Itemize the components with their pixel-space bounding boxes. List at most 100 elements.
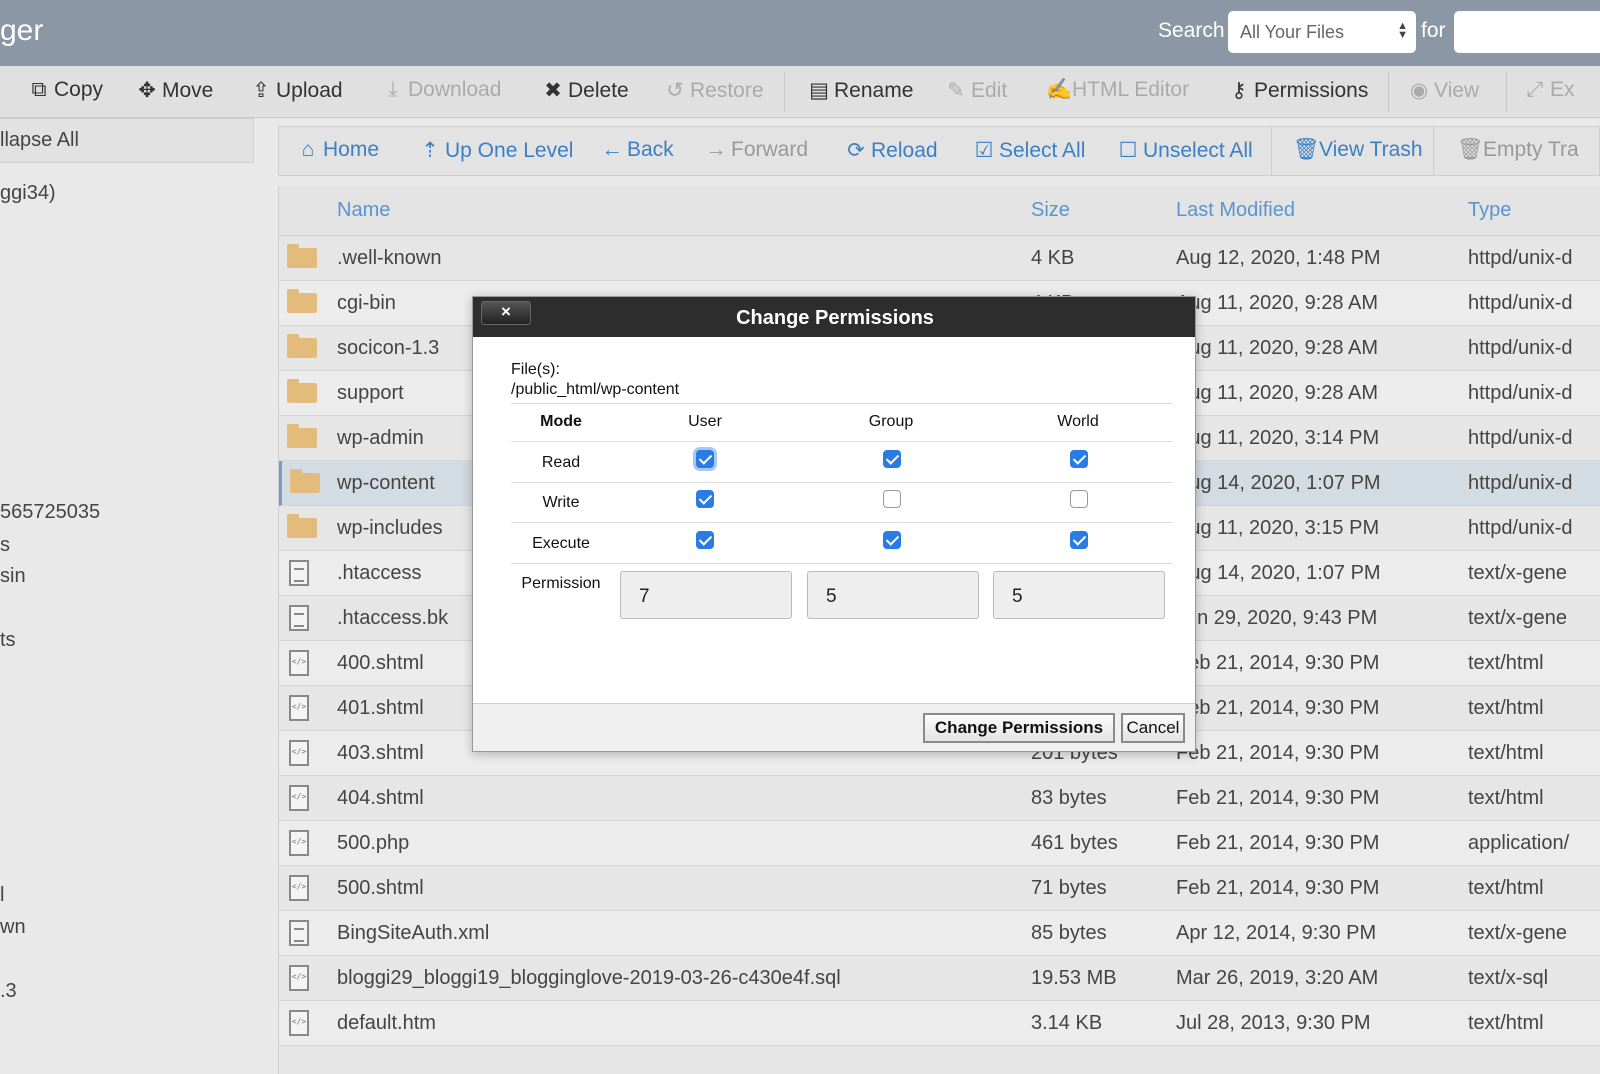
cell-name: 401.shtml xyxy=(337,697,424,719)
nav-up-one-level-button[interactable]: ⇡ Up One Level xyxy=(419,138,573,163)
tree-item[interactable]: ts xyxy=(0,629,16,652)
nav-view-trash-button[interactable]: 🗑View Trash xyxy=(1293,138,1423,162)
table-row[interactable]: default.htm 3.14 KB Jul 28, 2013, 9:30 PM t… xyxy=(279,1001,1600,1046)
nav-button-label: Empty Tra xyxy=(1483,138,1579,161)
toolbar-button-label: Delete xyxy=(568,79,629,102)
read-group-checkbox[interactable] xyxy=(883,450,901,468)
table-row[interactable]: .well-known 4 KB Aug 12, 2020, 1:48 PM http… xyxy=(279,236,1600,281)
user-permission-field[interactable]: 7 xyxy=(620,571,792,619)
toolbar-ex-button[interactable]: ⤢ Ex xyxy=(1524,78,1575,102)
tree-item[interactable]: ggi34) xyxy=(0,182,56,205)
tree-item[interactable]: l xyxy=(0,884,4,907)
cell-type: text/x-gene xyxy=(1468,922,1567,944)
toolbar-html-editor-button[interactable]: ✍HTML Editor xyxy=(1046,78,1189,102)
toolbar-button-label: View xyxy=(1434,79,1480,102)
execute-user-checkbox[interactable] xyxy=(696,531,714,549)
move-icon: ✥ xyxy=(138,79,156,102)
nav-reload-button[interactable]: ⟳ Reload xyxy=(845,138,937,163)
nav-button-label: Home xyxy=(323,138,380,161)
close-icon[interactable]: × xyxy=(481,301,531,325)
search-scope-select[interactable]: All Your Files ▲ ▼ xyxy=(1228,11,1416,53)
toolbar-copy-button[interactable]: ⧉ Copy xyxy=(28,78,104,102)
toolbar-delete-button[interactable]: ✖ Delete xyxy=(542,78,629,103)
column-header-modified[interactable]: Last Modified xyxy=(1176,199,1295,222)
cell-modified: Apr 12, 2014, 9:30 PM xyxy=(1176,922,1377,944)
table-row[interactable]: 404.shtml 83 bytes Feb 21, 2014, 9:30 PM te… xyxy=(279,776,1600,821)
column-header-type[interactable]: Type xyxy=(1468,199,1511,222)
cell-name: 500.php xyxy=(337,832,410,854)
nav-unselect-all-button[interactable]: ☐ Unselect All xyxy=(1117,138,1253,163)
back-arrow-icon: ← xyxy=(601,138,623,161)
cell-name: 500.shtml xyxy=(337,877,424,899)
toolbar-download-button[interactable]: ⤓ Download xyxy=(382,78,501,102)
toolbar-permissions-button[interactable]: ⚷ Permissions xyxy=(1228,78,1368,103)
cell-name: BingSiteAuth.xml xyxy=(337,922,490,944)
toolbar-view-button[interactable]: ◉ View xyxy=(1408,78,1479,103)
toolbar-upload-button[interactable]: ⇪ Upload xyxy=(250,78,342,103)
read-world-checkbox[interactable] xyxy=(1070,450,1088,468)
search-input[interactable] xyxy=(1454,11,1600,53)
read-user-checkbox[interactable] xyxy=(696,450,714,468)
code-file-icon xyxy=(289,650,309,676)
column-header-size[interactable]: Size xyxy=(1031,199,1070,222)
toolbar-rename-button[interactable]: ▤ Rename xyxy=(808,78,913,103)
copy-icon: ⧉ xyxy=(31,78,47,101)
toolbar-button-label: HTML Editor xyxy=(1072,78,1190,101)
trash-icon: 🗑 xyxy=(1457,138,1484,161)
nav-button-label: Back xyxy=(627,138,674,161)
folder-icon xyxy=(287,334,317,358)
toolbar-restore-button[interactable]: ↺ Restore xyxy=(664,78,764,103)
tree-item[interactable]: wn xyxy=(0,916,26,939)
write-group-checkbox[interactable] xyxy=(883,490,901,508)
toolbar-move-button[interactable]: ✥ Move xyxy=(136,78,213,103)
code-file-icon xyxy=(289,740,309,766)
collapse-all-button[interactable]: llapse All xyxy=(0,118,254,163)
cell-name: default.htm xyxy=(337,1012,436,1034)
directory-tree-panel: llapse All ggi34) 565725035 s sin ts l w… xyxy=(0,118,262,1074)
change-permissions-dialog: Change Permissions × File(s): /public_ht… xyxy=(472,296,1196,752)
cancel-button[interactable]: Cancel xyxy=(1121,713,1185,743)
tree-item[interactable]: sin xyxy=(0,565,26,588)
text-file-icon xyxy=(289,560,309,586)
home-icon: ⌂ xyxy=(301,138,315,161)
key-icon: ⚷ xyxy=(1231,79,1247,102)
code-file-icon xyxy=(289,875,309,901)
eye-icon: ◉ xyxy=(1409,79,1429,102)
tree-item[interactable]: 565725035 xyxy=(0,501,100,524)
toolbar-button-label: Move xyxy=(162,79,214,102)
table-row[interactable]: 500.shtml 71 bytes Feb 21, 2014, 9:30 PM te… xyxy=(279,866,1600,911)
cell-type: text/x-sql xyxy=(1468,967,1549,989)
table-row[interactable]: bloggi29_bloggi19_blogginglove-2019-03-2… xyxy=(279,956,1600,1001)
table-row[interactable]: BingSiteAuth.xml 85 bytes Apr 12, 2014, 9:… xyxy=(279,911,1600,956)
cell-type: text/html xyxy=(1468,787,1544,809)
nav-button-label: Forward xyxy=(731,138,809,161)
toolbar-edit-button[interactable]: ✎ Edit xyxy=(945,78,1007,103)
toolbar-divider xyxy=(1388,72,1389,112)
change-permissions-button[interactable]: Change Permissions xyxy=(923,713,1115,743)
group-permission-field[interactable]: 5 xyxy=(807,571,979,619)
execute-world-checkbox[interactable] xyxy=(1070,531,1088,549)
nav-forward-button[interactable]: → Forward xyxy=(705,138,809,162)
write-user-checkbox[interactable] xyxy=(696,490,714,508)
execute-group-checkbox[interactable] xyxy=(883,531,901,549)
cell-type: httpd/unix-d xyxy=(1468,427,1573,449)
column-header-name[interactable]: Name xyxy=(337,199,390,222)
tree-item[interactable]: s xyxy=(0,534,10,557)
toolbar-button-label: Edit xyxy=(971,79,1008,102)
write-world-checkbox[interactable] xyxy=(1070,490,1088,508)
nav-back-button[interactable]: ← Back xyxy=(601,138,674,162)
cell-type: httpd/unix-d xyxy=(1468,517,1573,539)
cell-type: httpd/unix-d xyxy=(1468,382,1573,404)
toolbar-button-label: Restore xyxy=(690,79,764,102)
reload-icon: ⟳ xyxy=(847,139,865,162)
tree-item[interactable]: .3 xyxy=(0,980,17,1003)
cell-type: text/html xyxy=(1468,1012,1544,1034)
nav-select-all-button[interactable]: ☑ Select All xyxy=(973,138,1086,163)
table-row[interactable]: 500.php 461 bytes Feb 21, 2014, 9:30 PM app… xyxy=(279,821,1600,866)
nav-empty-tra-button[interactable]: 🗑Empty Tra xyxy=(1457,138,1579,162)
navigation-bar: ⌂ Home ⇡ Up One Level ← Back → Forward ⟳ Reload ☑ S… xyxy=(278,126,1600,176)
cell-name: wp-includes xyxy=(337,517,443,539)
world-permission-field[interactable]: 5 xyxy=(993,571,1165,619)
nav-home-button[interactable]: ⌂ Home xyxy=(297,138,379,162)
checkbox-checked-icon: ☑ xyxy=(974,139,994,162)
